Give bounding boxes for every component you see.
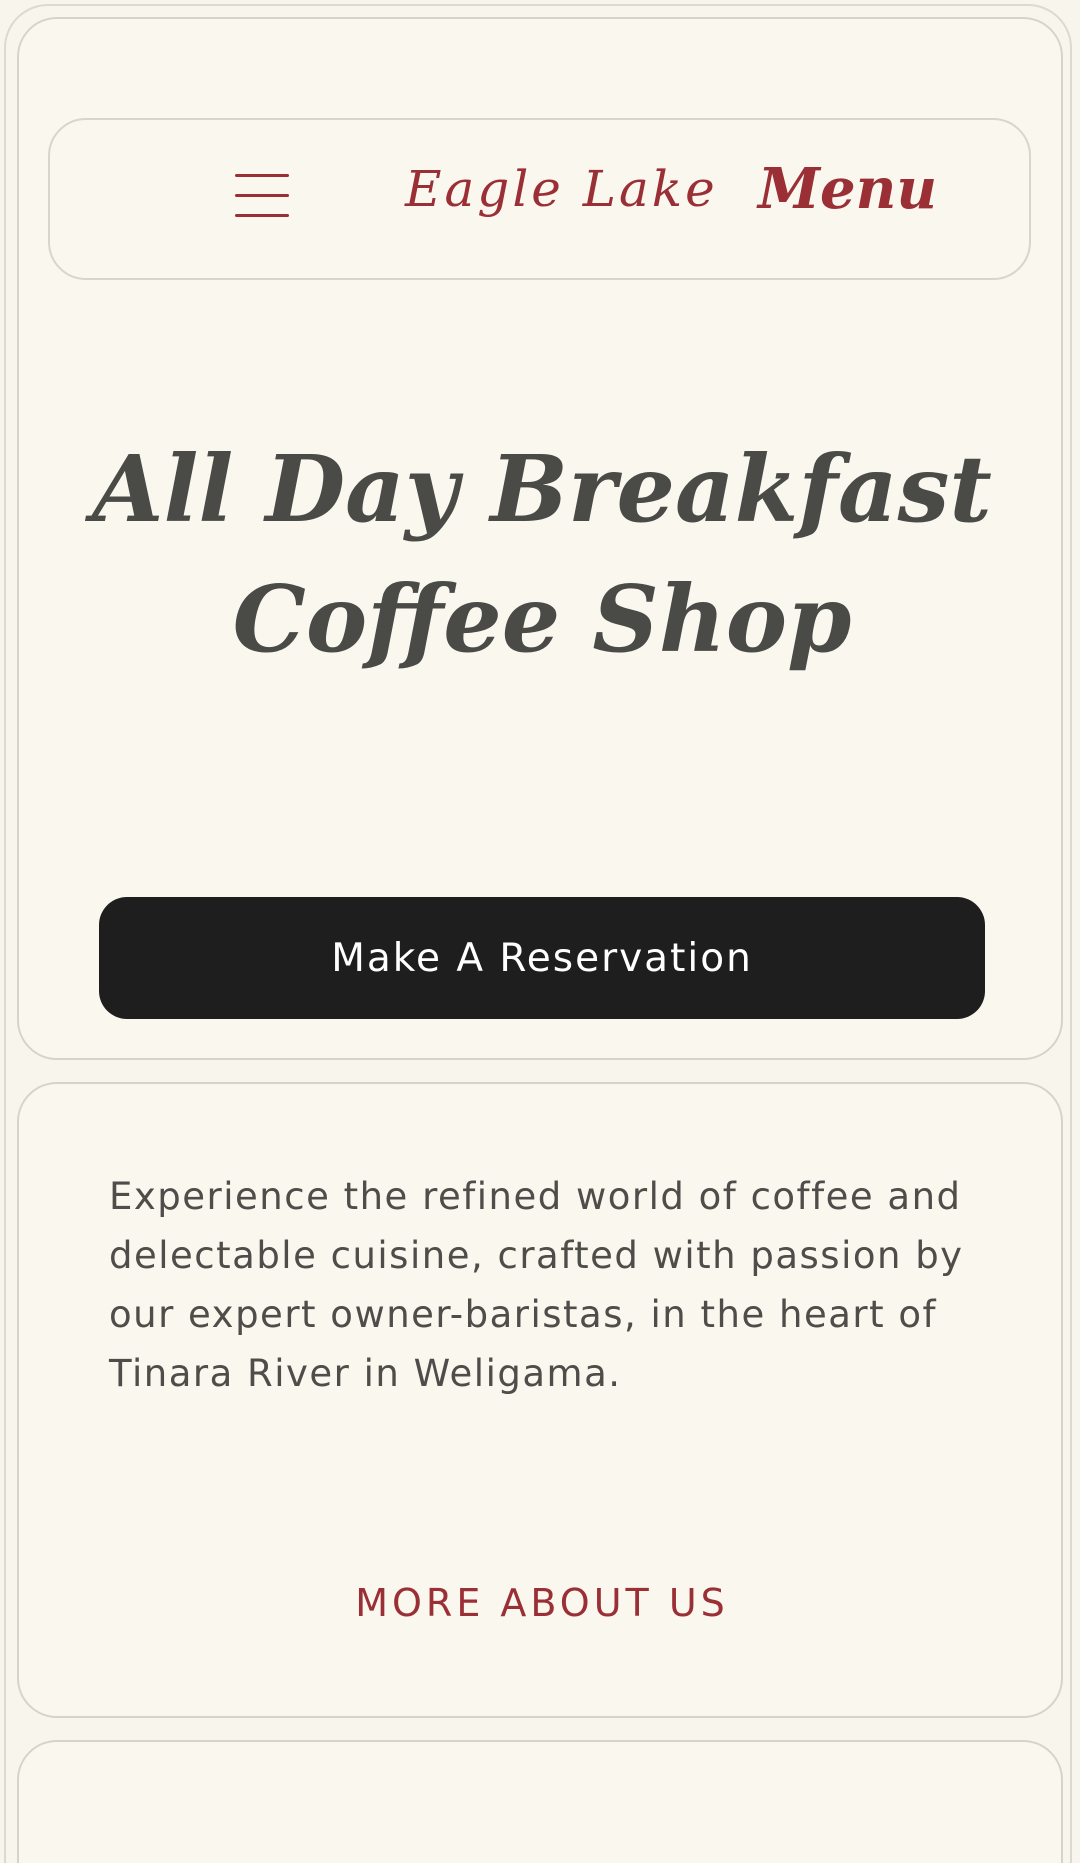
hamburger-line [235,194,289,197]
next-section-card [17,1740,1063,1863]
hero-title-line: All Day Breakfast [92,435,992,543]
brand-logo-text[interactable]: Eagle Lake [405,160,718,218]
more-about-us-link[interactable]: MORE ABOUT US [19,1581,1065,1625]
make-reservation-button[interactable]: Make A Reservation [99,897,985,1019]
hamburger-line [235,214,289,217]
hero-title-line: Coffee Shop [232,565,852,673]
hamburger-menu-icon[interactable] [235,170,291,222]
about-card: Experience the refined world of coffee a… [17,1082,1063,1718]
menu-link[interactable]: Menu [758,156,937,222]
about-description: Experience the refined world of coffee a… [109,1175,964,1395]
navbar: Eagle Lake Menu [48,118,1031,280]
hero-title: All Day Breakfast Coffee Shop [19,424,1065,684]
hamburger-line [235,174,289,177]
hero-card: Eagle Lake Menu All Day Breakfast Coffee… [17,17,1063,1060]
